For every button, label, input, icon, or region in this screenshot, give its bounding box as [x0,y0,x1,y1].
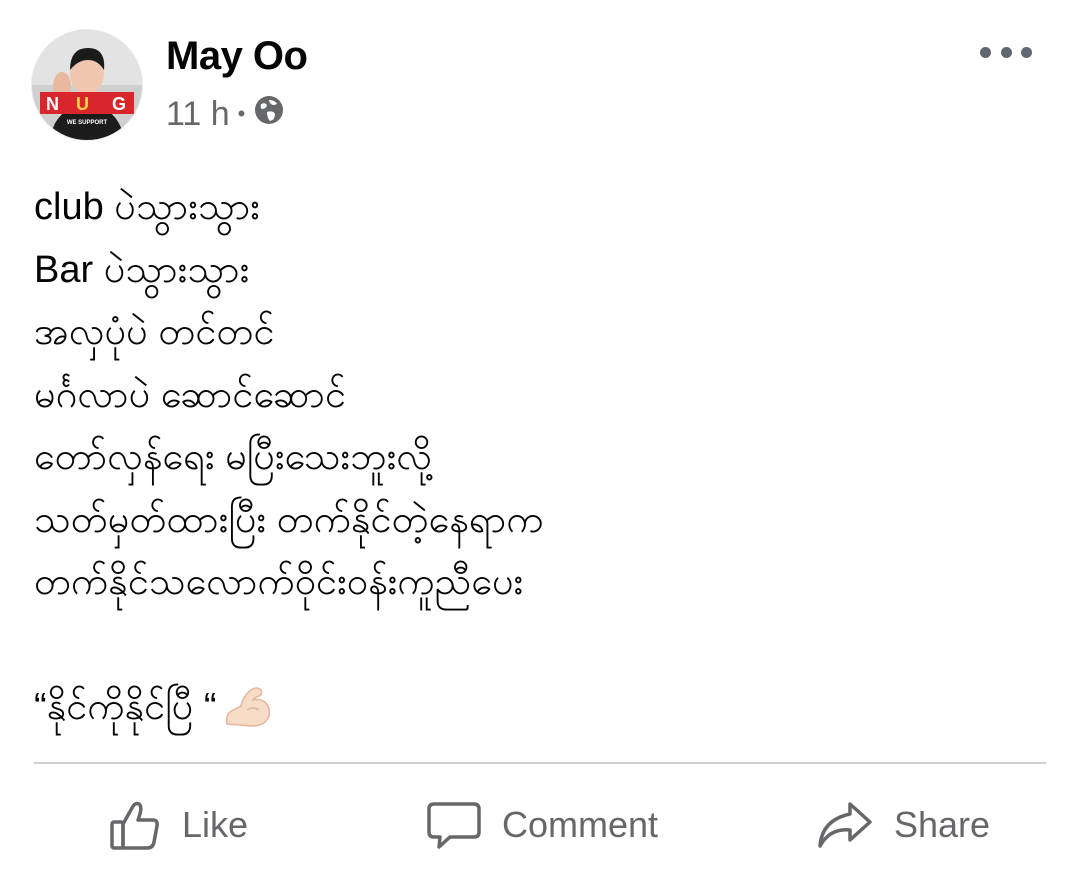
post-text-line: တော်လှန်ရေး မပြီးသေးဘူးလို့ [34,436,433,478]
avatar-caption-text: WE SUPPORT [67,120,108,126]
flexed-biceps-icon [223,684,273,730]
post-closing-text: “နိုင်ကိုနိုင်ပြီ “ [34,686,217,728]
post-card: N U G WE SUPPORT May Oo 11 h • club ပဲသွ… [0,0,1080,880]
post-text-line: တက်နိုင်သလောက်ဝိုင်းဝန်းကူညီပေး [34,561,524,603]
svg-text:U: U [76,94,89,114]
post-meta: 11 h • [166,92,285,136]
post-text-line: Bar ပဲသွားသွား [34,248,250,291]
post-text-line: သတ်မှတ်ထားပြီး တက်နိုင်တဲ့နေရာက [34,498,544,541]
post-text: club ပဲသွားသွား Bar ပဲသွားသွား အလှပုံပဲ … [34,176,1044,739]
share-button[interactable]: Share [816,790,990,860]
post-text-line: မင်္ဂလာပဲ ဆောင်ဆောင် [34,373,347,416]
post-closing-line: “နိုင်ကိုနိုင်ပြီ “ [34,676,1044,739]
post-text-spacer [34,614,1044,677]
share-label: Share [894,804,991,845]
post-text-line: club ပဲသွားသွား [34,186,260,228]
thumbs-up-icon [108,798,162,852]
comment-icon [426,798,482,852]
post-time[interactable]: 11 h [166,95,230,134]
like-button[interactable]: Like [108,790,248,860]
avatar-badge-text: N [46,94,59,114]
avatar[interactable]: N U G WE SUPPORT [32,30,142,140]
comment-button[interactable]: Comment [426,790,658,860]
divider [34,762,1046,764]
comment-label: Comment [502,804,659,845]
more-options-icon[interactable] [980,38,1032,66]
author-name[interactable]: May Oo [166,34,308,79]
avatar-image: N U G WE SUPPORT [32,30,142,140]
share-icon [816,798,874,852]
meta-separator: • [237,101,246,126]
globe-icon [253,94,285,135]
post-text-line: အလှပုံပဲ တင်တင် [34,311,275,353]
like-label: Like [182,804,249,845]
svg-text:G: G [112,94,126,114]
